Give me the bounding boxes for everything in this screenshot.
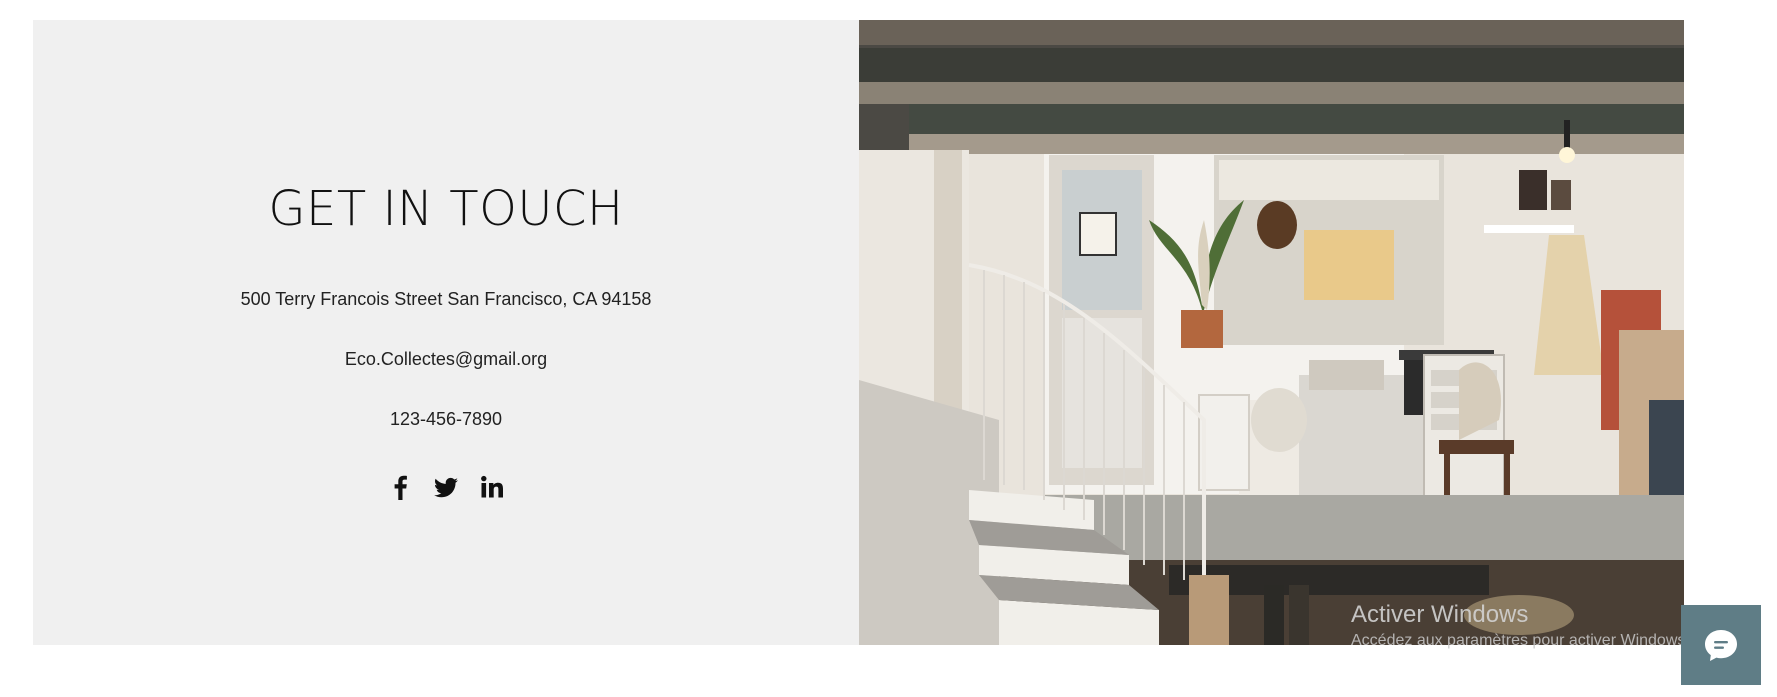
contact-heading: GET IN TOUCH bbox=[268, 181, 624, 237]
contact-section: GET IN TOUCH 500 Terry Francois Street S… bbox=[33, 20, 859, 645]
shop-interior-image bbox=[859, 20, 1684, 645]
shop-interior-illustration bbox=[859, 20, 1684, 645]
contact-content: GET IN TOUCH 500 Terry Francois Street S… bbox=[33, 20, 859, 645]
chat-bubble-icon bbox=[1705, 630, 1737, 661]
page: GET IN TOUCH 500 Terry Francois Street S… bbox=[0, 0, 1777, 697]
chat-button[interactable] bbox=[1681, 605, 1761, 685]
twitter-icon[interactable] bbox=[433, 473, 459, 501]
facebook-icon[interactable] bbox=[387, 473, 413, 501]
contact-phone: 123-456-7890 bbox=[389, 409, 503, 429]
social-bar bbox=[33, 473, 859, 501]
contact-address: 500 Terry Francois Street San Francisco,… bbox=[240, 289, 652, 309]
linkedin-icon[interactable] bbox=[479, 473, 505, 501]
contact-email-link[interactable]: Eco.Collectes@gmail.org bbox=[33, 350, 859, 368]
